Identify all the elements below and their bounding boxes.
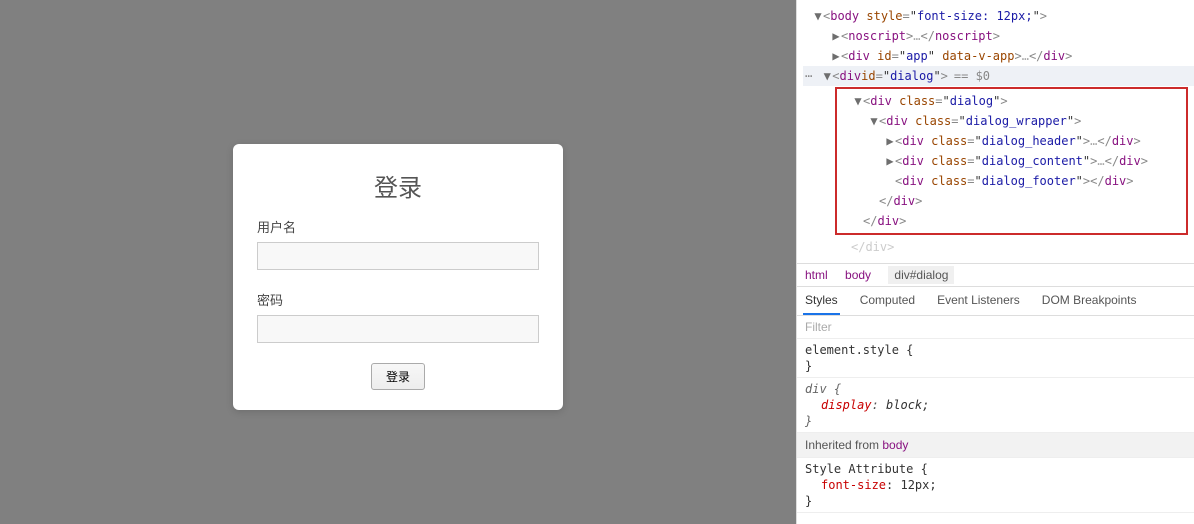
tree-close-faint[interactable]: </div> [803,237,1194,257]
tree-dialog-class[interactable]: ▼<div class="dialog"> [843,91,1182,111]
elements-breadcrumb[interactable]: html body div#dialog [797,263,1194,287]
password-label: 密码 [257,290,539,309]
crumb-selected[interactable]: div#dialog [888,266,954,284]
password-input[interactable] [257,315,539,343]
tab-computed[interactable]: Computed [858,287,917,315]
crumb-html[interactable]: html [805,268,828,282]
tree-close-dialog-class[interactable]: </div> [843,211,1182,231]
dialog-footer: 登录 [257,363,539,390]
inherited-body-link[interactable]: body [882,438,908,452]
elements-tree[interactable]: ▼<body style="font-size: 12px;"> ▶<noscr… [797,0,1194,263]
username-row: 用户名 [257,217,539,270]
styles-tabs: Styles Computed Event Listeners DOM Brea… [797,287,1194,316]
rule-prop-display: display: block; [805,397,1186,413]
tab-event-listeners[interactable]: Event Listeners [935,287,1022,315]
tree-footer[interactable]: <div class="dialog_footer"></div> [843,171,1182,191]
rule-inherited-header: Inherited from body [797,433,1194,458]
rule-style-attribute[interactable]: Style Attribute { font-size: 12px; } [797,458,1194,513]
tree-close-wrapper[interactable]: </div> [843,191,1182,211]
rule-selector-div: div { [805,381,1186,397]
rule-prop-fontsize: font-size: 12px; [805,477,1186,493]
highlighted-subtree: ▼<div class="dialog"> ▼<div class="dialo… [835,87,1188,235]
tab-dom-breakpoints[interactable]: DOM Breakpoints [1040,287,1139,315]
rule-selector: element.style { [805,342,1186,358]
styles-filter[interactable]: Filter [797,316,1194,339]
inherited-from-text: Inherited from [805,438,882,452]
page-viewport: 登录 用户名 密码 登录 [0,0,796,524]
tree-noscript[interactable]: ▶<noscript>…</noscript> [803,26,1194,46]
rule-element-style[interactable]: element.style { } [797,339,1194,378]
username-input[interactable] [257,242,539,270]
rule-close-styleattr: } [805,493,1186,509]
tree-wrapper[interactable]: ▼<div class="dialog_wrapper"> [843,111,1182,131]
tree-dialog-selected[interactable]: ⋯▼<div id="dialog">== $0 [803,66,1194,86]
tree-body-open[interactable]: ▼<body style="font-size: 12px;"> [803,6,1194,26]
login-dialog: 登录 用户名 密码 登录 [233,144,563,410]
rule-close-div: } [805,413,1186,429]
password-row: 密码 [257,290,539,343]
rule-selector-styleattr: Style Attribute { [805,461,1186,477]
tree-header[interactable]: ▶<div class="dialog_header">…</div> [843,131,1182,151]
dialog-title: 登录 [257,168,539,203]
tab-styles[interactable]: Styles [803,287,840,315]
tree-app-div[interactable]: ▶<div id="app" data-v-app>…</div> [803,46,1194,66]
username-label: 用户名 [257,217,539,236]
tree-content[interactable]: ▶<div class="dialog_content">…</div> [843,151,1182,171]
devtools-panel: ▼<body style="font-size: 12px;"> ▶<noscr… [796,0,1194,524]
login-button[interactable]: 登录 [371,363,425,390]
rule-close: } [805,358,1186,374]
rule-div[interactable]: div { display: block; } [797,378,1194,433]
styles-pane: element.style { } div { display: block; … [797,339,1194,513]
crumb-body[interactable]: body [845,268,871,282]
